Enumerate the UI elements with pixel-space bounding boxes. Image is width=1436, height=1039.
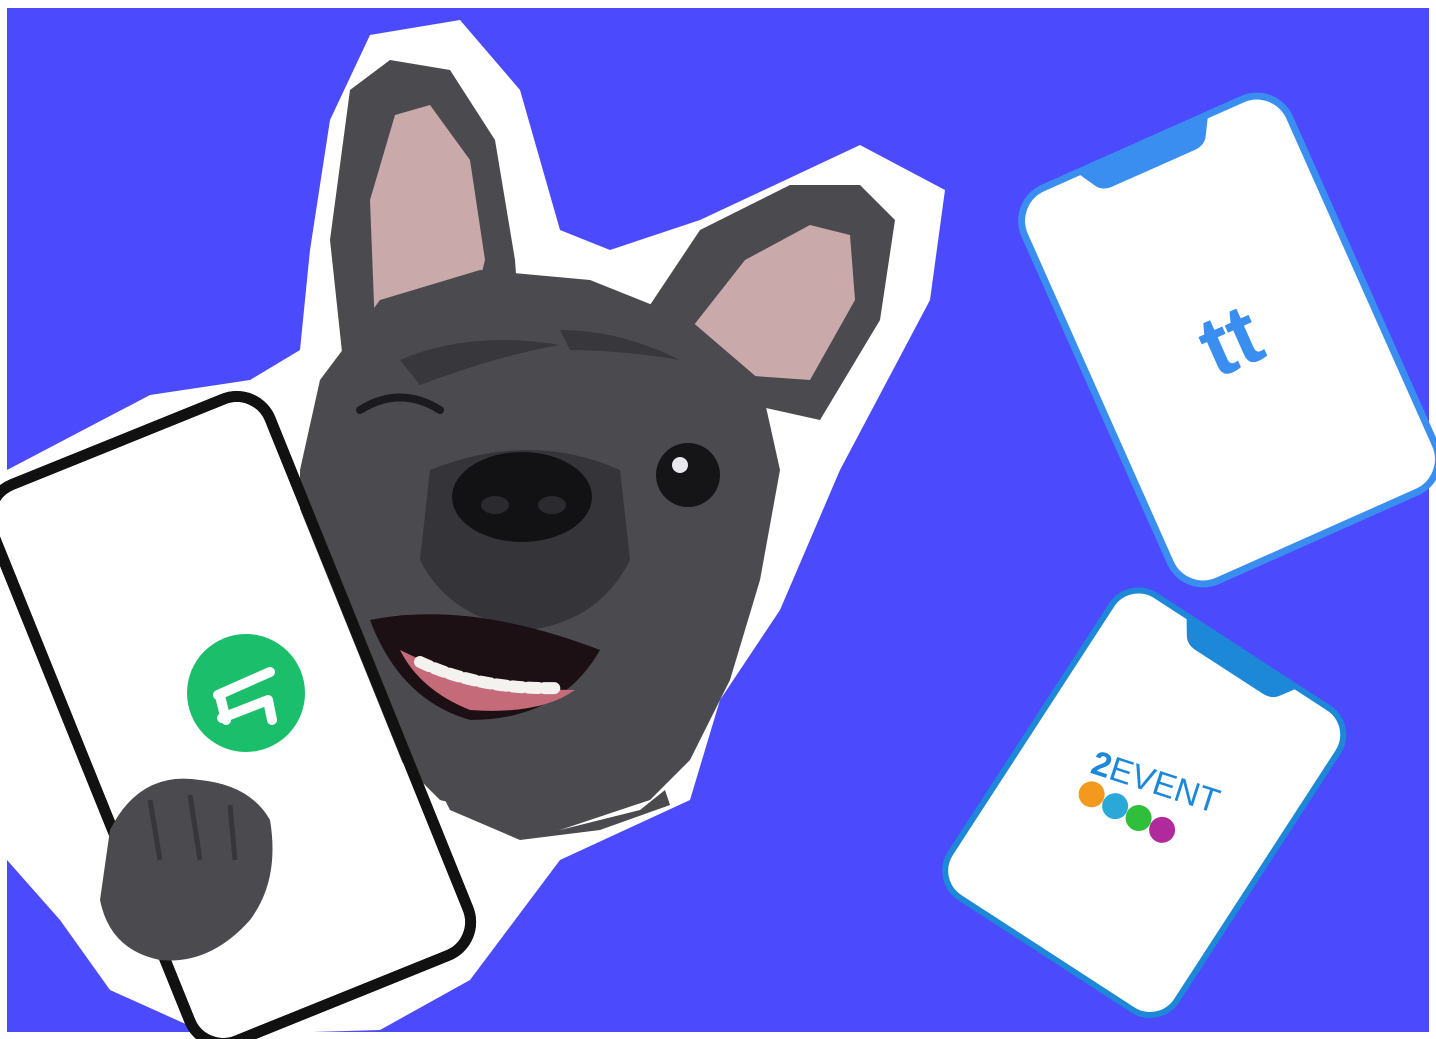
- scene: tt 2EVENT: [0, 0, 1436, 1039]
- nostril: [538, 496, 566, 514]
- eventbrite-logo: [187, 634, 305, 752]
- dog-nose: [452, 452, 592, 542]
- right-border: [1429, 0, 1436, 1039]
- open-eye: [656, 443, 720, 507]
- nostril: [481, 496, 509, 514]
- top-border: [0, 0, 1436, 8]
- eventbrite-icon: [187, 634, 305, 752]
- illustration: tt 2EVENT: [0, 0, 1436, 1039]
- eye-highlight: [672, 457, 688, 473]
